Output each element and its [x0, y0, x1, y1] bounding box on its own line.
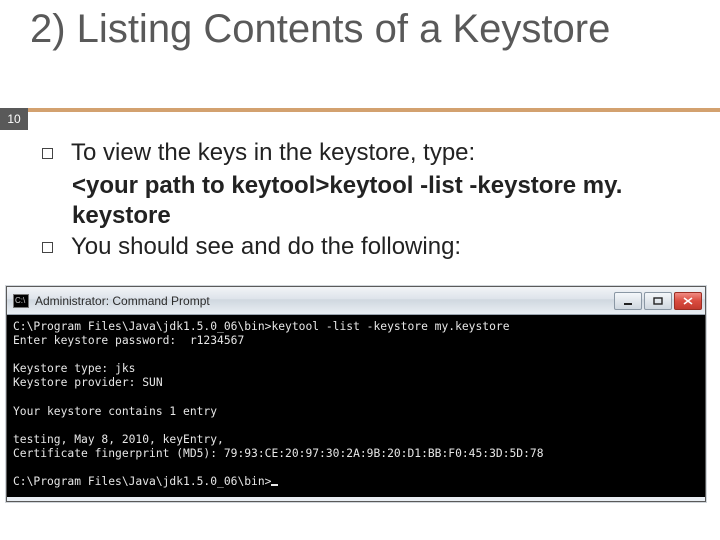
bullet-marker-icon — [42, 148, 53, 159]
maximize-button[interactable] — [644, 292, 672, 310]
title-underline — [0, 108, 720, 112]
bullet-item: To view the keys in the keystore, type: — [42, 138, 682, 169]
command-prefix: <your path to keytool> — [72, 172, 329, 199]
console-text: C:\Program Files\Java\jdk1.5.0_06\bin>ke… — [13, 320, 544, 488]
console-output: C:\Program Files\Java\jdk1.5.0_06\bin>ke… — [7, 315, 705, 501]
cmd-prompt-icon: C:\ — [13, 294, 29, 308]
close-button[interactable] — [674, 292, 702, 310]
bullet-item: You should see and do the following: — [42, 232, 682, 263]
bullet-text: To view the keys in the keystore, type: — [71, 138, 682, 169]
command-example: <your path to keytool>keytool -list -key… — [42, 171, 682, 232]
window-titlebar: C:\ Administrator: Command Prompt — [7, 287, 705, 315]
page-number-badge: 10 — [0, 108, 28, 130]
minimize-button[interactable] — [614, 292, 642, 310]
command-prompt-window: C:\ Administrator: Command Prompt C:\Pro… — [6, 286, 706, 502]
bullet-marker-icon — [42, 242, 53, 253]
body-content: To view the keys in the keystore, type: … — [42, 138, 682, 265]
bullet-text: You should see and do the following: — [71, 232, 682, 263]
window-title: Administrator: Command Prompt — [35, 294, 614, 308]
cursor-icon — [271, 484, 278, 486]
slide: 2) Listing Contents of a Keystore 10 To … — [0, 0, 720, 540]
slide-title: 2) Listing Contents of a Keystore — [30, 6, 690, 52]
window-buttons — [614, 292, 705, 310]
